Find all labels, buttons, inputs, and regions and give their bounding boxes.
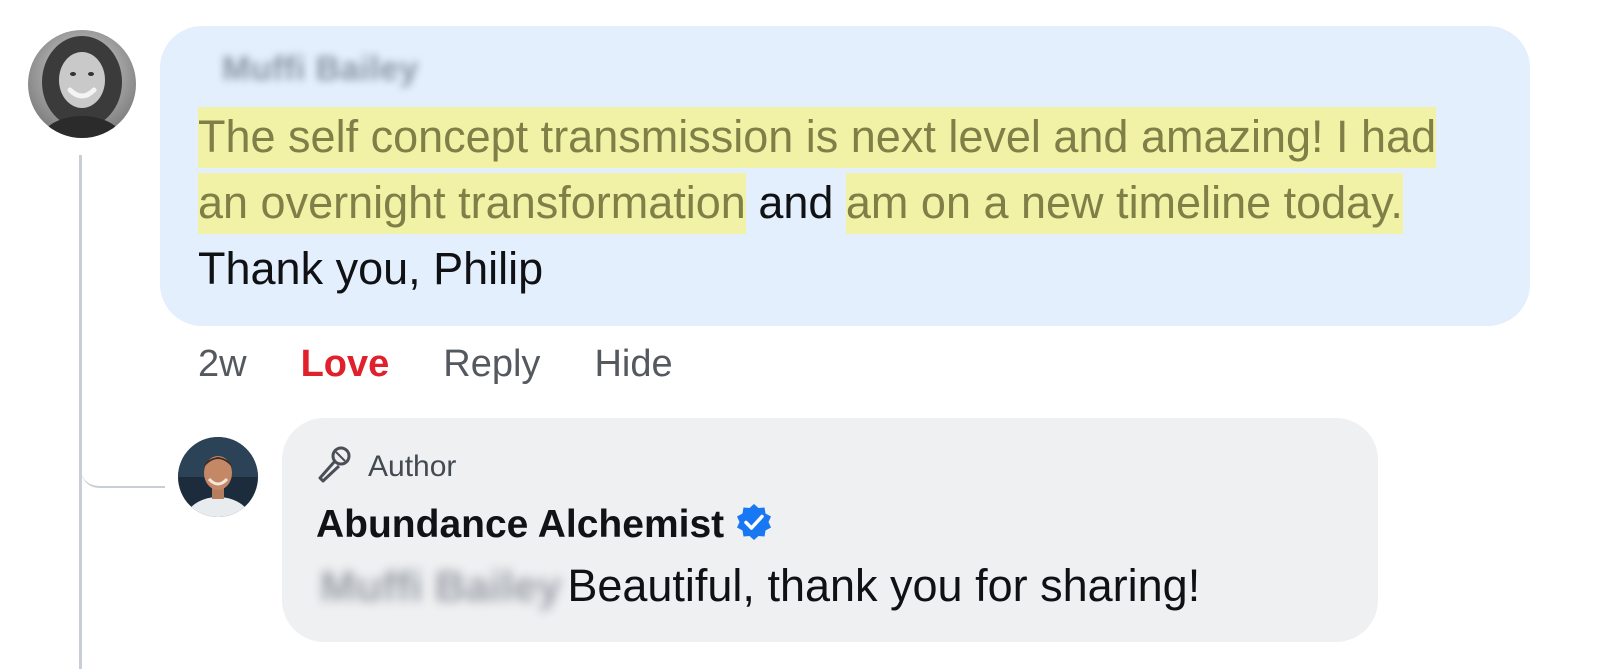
love-reaction-button[interactable]: Love <box>301 343 390 386</box>
reply-text: Beautiful, thank you for sharing! <box>567 560 1201 611</box>
hide-button[interactable]: Hide <box>594 343 672 386</box>
reply-branch-line <box>81 430 165 488</box>
comment-text: The self concept transmission is next le… <box>198 104 1488 302</box>
commenter-avatar[interactable] <box>28 30 136 138</box>
verified-badge-icon <box>734 502 774 547</box>
timestamp-link[interactable]: 2w <box>198 343 247 386</box>
reply-text-row: Muffi Bailey Beautiful, thank you for sh… <box>320 560 1200 612</box>
author-badge: Author <box>314 444 456 489</box>
thread-connector-line <box>79 155 82 669</box>
commenter-name[interactable]: Muffi Bailey <box>222 50 419 89</box>
comment-thread: Muffi Bailey The self concept transmissi… <box>0 0 1615 669</box>
reply-button[interactable]: Reply <box>443 343 540 386</box>
mention-tag[interactable]: Muffi Bailey <box>320 563 561 612</box>
author-label: Author <box>368 449 457 483</box>
comment-bubble: Muffi Bailey The self concept transmissi… <box>160 26 1530 326</box>
plain-text: and <box>745 177 846 228</box>
plain-text: Thank you, Philip <box>198 243 544 294</box>
highlighted-text: am on a new timeline today. <box>845 173 1403 234</box>
comment-actions: 2w Love Reply Hide <box>198 343 673 386</box>
microphone-icon <box>314 444 354 489</box>
author-name[interactable]: Abundance Alchemist <box>316 503 724 547</box>
reply-bubble: Author Abundance Alchemist Muffi Bailey … <box>282 418 1378 642</box>
author-avatar[interactable] <box>178 437 258 517</box>
reply-name-row: Abundance Alchemist <box>316 502 774 547</box>
